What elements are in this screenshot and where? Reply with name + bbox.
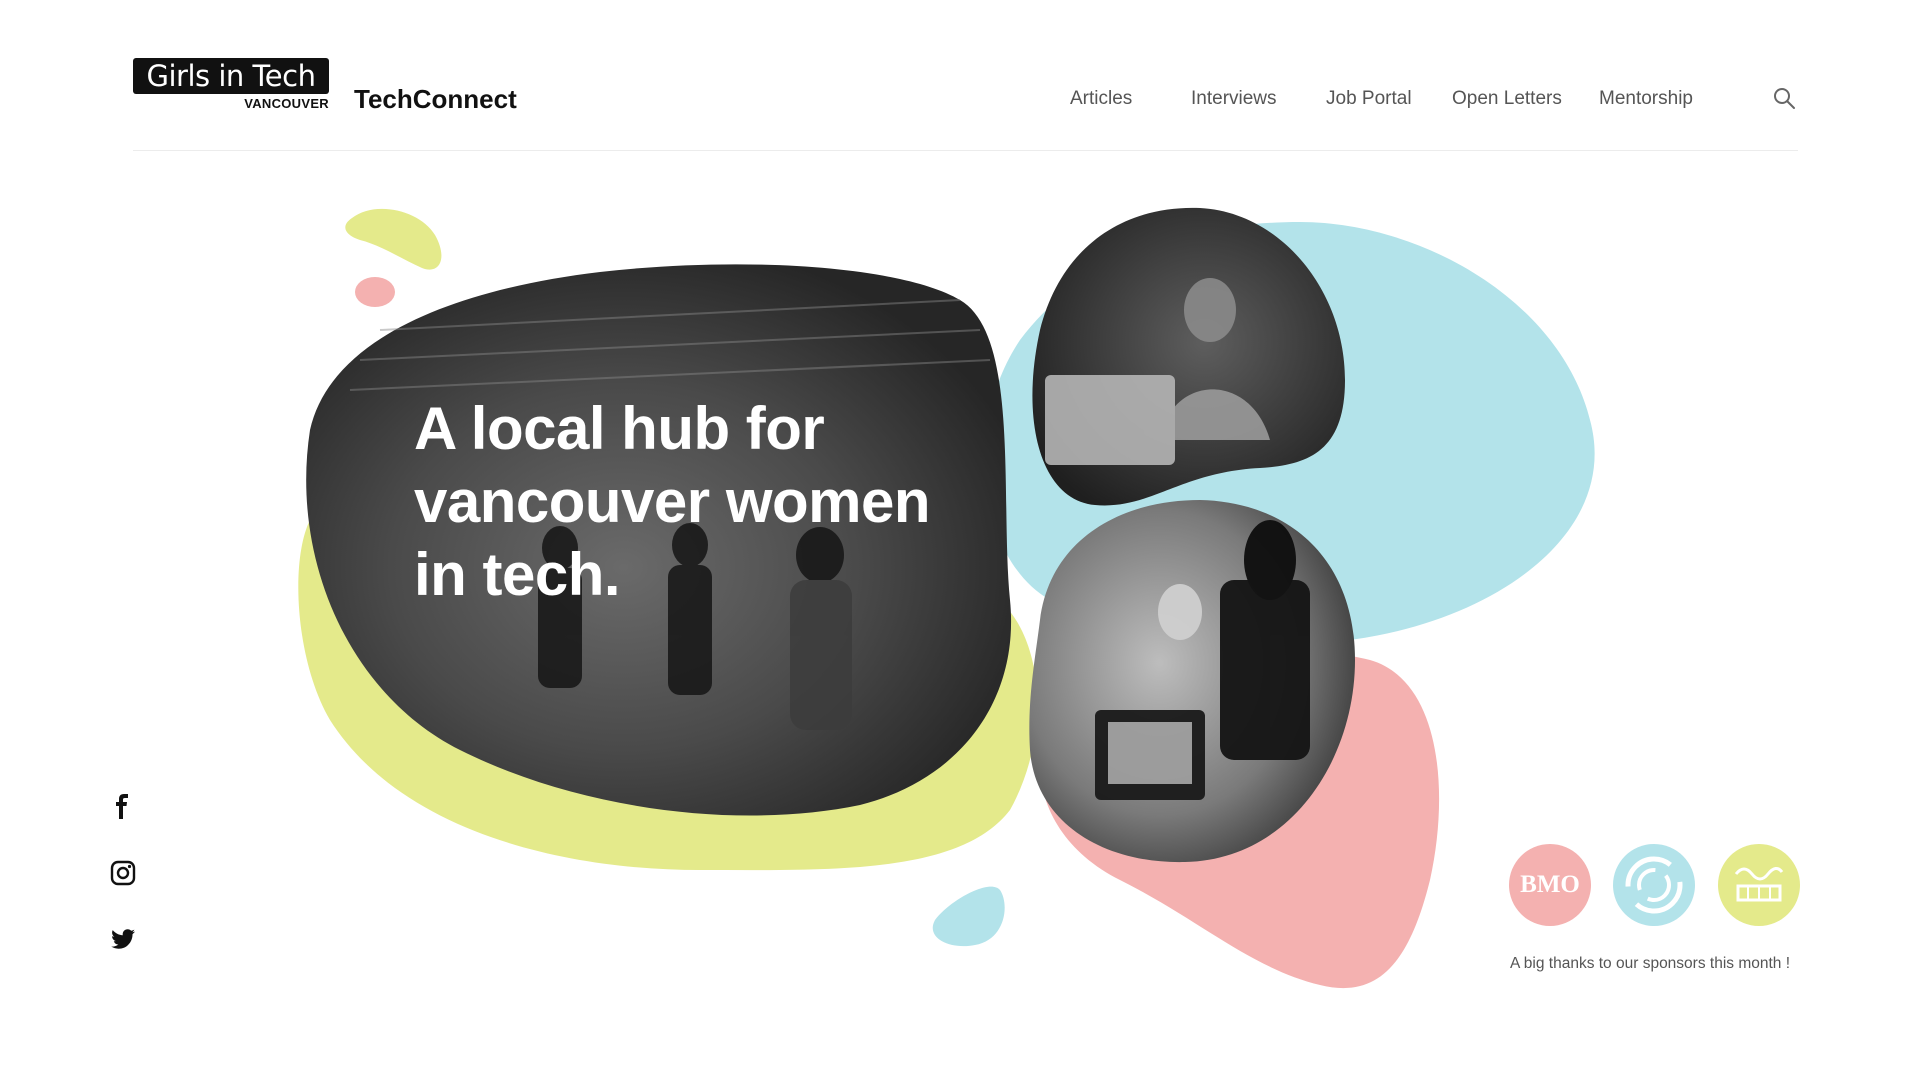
nav-mentorship[interactable]: Mentorship xyxy=(1599,88,1693,110)
sponsor-script-icon xyxy=(1734,867,1784,902)
header-divider xyxy=(133,150,1798,151)
sponsor-2-logo[interactable] xyxy=(1613,844,1695,926)
facebook-icon[interactable] xyxy=(108,792,138,822)
page: Girls in Tech VANCOUVER TechConnect Arti… xyxy=(0,0,1920,1080)
site-header: Girls in Tech VANCOUVER TechConnect Arti… xyxy=(0,0,1920,152)
sponsor-3-logo[interactable] xyxy=(1718,844,1800,926)
hero-headline: A local hub for vancouver women in tech. xyxy=(414,395,931,608)
nav-open-letters[interactable]: Open Letters xyxy=(1452,88,1562,110)
small-blue-blob xyxy=(932,886,1005,947)
sponsor-bmo-logo[interactable]: BMO xyxy=(1509,844,1591,926)
small-yellow-blob xyxy=(345,208,442,270)
nav-articles[interactable]: Articles xyxy=(1070,88,1132,110)
main-nav: Articles Interviews Job Portal Open Lett… xyxy=(0,88,1920,112)
nav-interviews[interactable]: Interviews xyxy=(1191,88,1277,110)
small-pink-blob xyxy=(355,277,395,307)
sponsor-circular-arrows-icon xyxy=(1625,856,1683,914)
twitter-icon[interactable] xyxy=(108,924,138,954)
instagram-icon[interactable] xyxy=(108,858,138,888)
search-icon[interactable] xyxy=(1772,86,1796,110)
sponsors-caption: A big thanks to our sponsors this month … xyxy=(1510,955,1791,972)
nav-job-portal[interactable]: Job Portal xyxy=(1326,88,1412,110)
